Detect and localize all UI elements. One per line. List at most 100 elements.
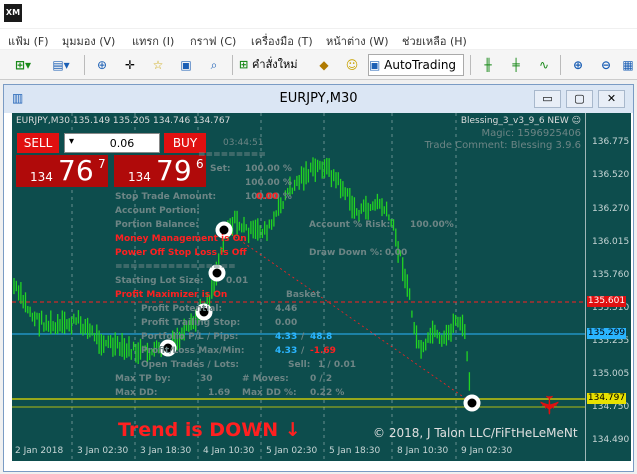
- time-tick: 8 Jan 10:30: [397, 446, 449, 456]
- menu-insert[interactable]: แทรก (I): [132, 32, 174, 50]
- sep-line-2: ================: [115, 262, 236, 272]
- experts-icon[interactable]: ☺: [340, 54, 364, 76]
- profit-trailing-value: 0.00: [275, 318, 298, 328]
- candlestick-icon[interactable]: ╪: [504, 54, 528, 76]
- trend-indicator: Trend is DOWN ↓: [118, 419, 301, 441]
- timer: 03:44:51: [223, 138, 264, 148]
- app-titlebar: XM: [0, 0, 637, 28]
- profit-potential-label: Profit Potential:: [141, 304, 223, 314]
- new-order-icon: ⊞: [239, 58, 253, 71]
- max-dd-label: Max DD:: [115, 388, 158, 398]
- time-tick: 3 Jan 18:30: [140, 446, 192, 456]
- time-tick: 5 Jan 02:30: [266, 446, 318, 456]
- lot-down-icon[interactable]: ▾: [69, 136, 74, 147]
- max-dd-pct-value: 0.22 %: [310, 388, 345, 398]
- sep-line: =========: [198, 150, 266, 160]
- menu-bar: แฟ้ม (F) มุมมอง (V) แทรก (I) กราฟ (C) เค…: [0, 29, 637, 49]
- max-dd-value: 1.69: [208, 388, 231, 398]
- minimize-button[interactable]: ▭: [534, 90, 561, 108]
- profit-max-value: 4.33: [275, 346, 298, 356]
- tile-icon[interactable]: ▦: [620, 54, 636, 76]
- set-label: Set:: [210, 164, 231, 174]
- menu-help[interactable]: ช่วยเหลือ (H): [402, 32, 467, 50]
- ea-name: Blessing_3_v3_9_6 NEW ☺: [460, 116, 581, 126]
- price-chart[interactable]: EURJPY,M30 135.149 135.205 134.746 134.7…: [12, 113, 585, 461]
- price-tick: 136.775: [592, 137, 630, 147]
- menu-file[interactable]: แฟ้ม (F): [8, 32, 49, 50]
- price-tick: 136.520: [592, 170, 630, 180]
- max-tp-label: Max TP by:: [115, 374, 171, 384]
- menu-window[interactable]: หน้าต่าง (W): [326, 32, 389, 50]
- trade-marker-inner: [466, 397, 478, 409]
- max-tp-value: 30: [200, 374, 213, 384]
- xm-logo: XM: [4, 4, 22, 22]
- zoom-out-icon[interactable]: ⊖: [594, 54, 618, 76]
- draw-down-value: 0.00: [385, 248, 408, 258]
- power-off-status: Power Off Stop Loss is Off: [115, 248, 247, 258]
- open-trades-value: 1 / 0.01: [318, 360, 357, 370]
- toolbar: ⊞▾ ▤▾ ⊕ ✛ ☆ ▣ ⌕ ⊞ คำสั่งใหม่ ◆ ☺ ▣ AutoT…: [0, 50, 637, 80]
- line-chart-icon[interactable]: ∿: [532, 54, 556, 76]
- menu-chart[interactable]: กราฟ (C): [190, 32, 236, 50]
- profit-potential-value: 4.46: [275, 304, 298, 314]
- terminal-icon[interactable]: ▣: [174, 54, 198, 76]
- time-axis: 2 Jan 2018 3 Jan 02:30 3 Jan 18:30 4 Jan…: [12, 444, 631, 461]
- new-chart-icon[interactable]: ⊞▾: [6, 54, 40, 76]
- ea-magic: Magic: 1596925406: [481, 128, 581, 139]
- account-portion-label: Account Portion:: [115, 206, 200, 216]
- ea-comment: Trade Comment: Blessing 3.9.6: [424, 140, 581, 151]
- meta-editor-icon[interactable]: ◆: [312, 54, 336, 76]
- bar-chart-icon[interactable]: ╫: [476, 54, 500, 76]
- menu-tools[interactable]: เครื่องมือ (T): [251, 32, 313, 50]
- price-tick: 135.760: [592, 270, 630, 280]
- money-management-status: Money Management is On: [115, 234, 247, 244]
- autotrading-button[interactable]: ▣ AutoTrading: [368, 54, 464, 76]
- time-tick: 5 Jan 18:30: [329, 446, 381, 456]
- zoom-in-icon[interactable]: ⊕: [566, 54, 590, 76]
- account-risk-value: 100.00%: [410, 220, 454, 230]
- price-tick: 136.015: [592, 237, 630, 247]
- bid-quote[interactable]: 134 76 7: [16, 155, 108, 187]
- market-watch-icon[interactable]: ⊕: [90, 54, 114, 76]
- crosshair-icon[interactable]: ✛: [118, 54, 142, 76]
- navigator-icon[interactable]: ☆: [146, 54, 170, 76]
- restore-button[interactable]: ▢: [566, 90, 593, 108]
- set-value-1: 100.00 %: [245, 164, 292, 174]
- portfolio-pips-value: 48.8: [310, 332, 333, 342]
- stop-trade-amount-value: 0.00: [256, 192, 279, 202]
- yellow-line-price-tag: 134.797: [587, 393, 626, 404]
- open-trades-sell-label: Sell:: [288, 360, 311, 370]
- menu-view[interactable]: มุมมอง (V): [62, 32, 115, 50]
- profiles-icon[interactable]: ▤▾: [46, 54, 76, 76]
- lot-size-stepper[interactable]: ▾ 0.06: [64, 133, 160, 153]
- starting-lot-value: 0.01: [226, 276, 249, 286]
- profit-loss-max-label: Profit/Loss Max/Min:: [141, 346, 245, 356]
- copyright-text: © 2018, J Talon LLC/FiFtHeLeMeNt: [373, 426, 578, 440]
- price-tick: 136.270: [592, 204, 630, 214]
- draw-down-label: Draw Down %:: [309, 248, 383, 258]
- sell-button[interactable]: SELL: [17, 133, 59, 153]
- open-trades-label: Open Trades / Lots:: [141, 360, 240, 370]
- new-order-button[interactable]: ⊞ คำสั่งใหม่: [238, 54, 308, 76]
- time-tick: 9 Jan 02:30: [461, 446, 513, 456]
- tester-icon[interactable]: ⌕: [202, 54, 226, 76]
- price-axis: 136.775 136.520 136.270 136.015 135.760 …: [585, 113, 631, 461]
- blue-line-price-tag: 135.299: [587, 328, 626, 339]
- close-button[interactable]: ✕: [598, 90, 625, 108]
- price-tick: 135.005: [592, 369, 630, 379]
- portfolio-pl-label: Portfolio P/L / Pips:: [141, 332, 239, 342]
- time-tick: 4 Jan 10:30: [203, 446, 255, 456]
- set-value-2: 100.00 %: [245, 178, 292, 188]
- starting-lot-label: Starting Lot Size:: [115, 276, 204, 286]
- airplane-icon: ✈: [532, 394, 563, 416]
- portion-balance-label: Portion Balance:: [115, 220, 199, 230]
- smiley-icon: ☺: [571, 116, 581, 126]
- lot-size-value: 0.06: [109, 137, 135, 150]
- ask-quote[interactable]: 134 79 6: [114, 155, 206, 187]
- moves-value: 0 / 2: [310, 374, 333, 384]
- profit-trailing-label: Profit Trailing Stop:: [141, 318, 241, 328]
- basket-label: Basket: [286, 290, 321, 300]
- max-dd-pct-label: Max DD %:: [242, 388, 297, 398]
- time-tick: 3 Jan 02:30: [77, 446, 129, 456]
- chart-header: EURJPY,M30 135.149 135.205 134.746 134.7…: [16, 116, 231, 126]
